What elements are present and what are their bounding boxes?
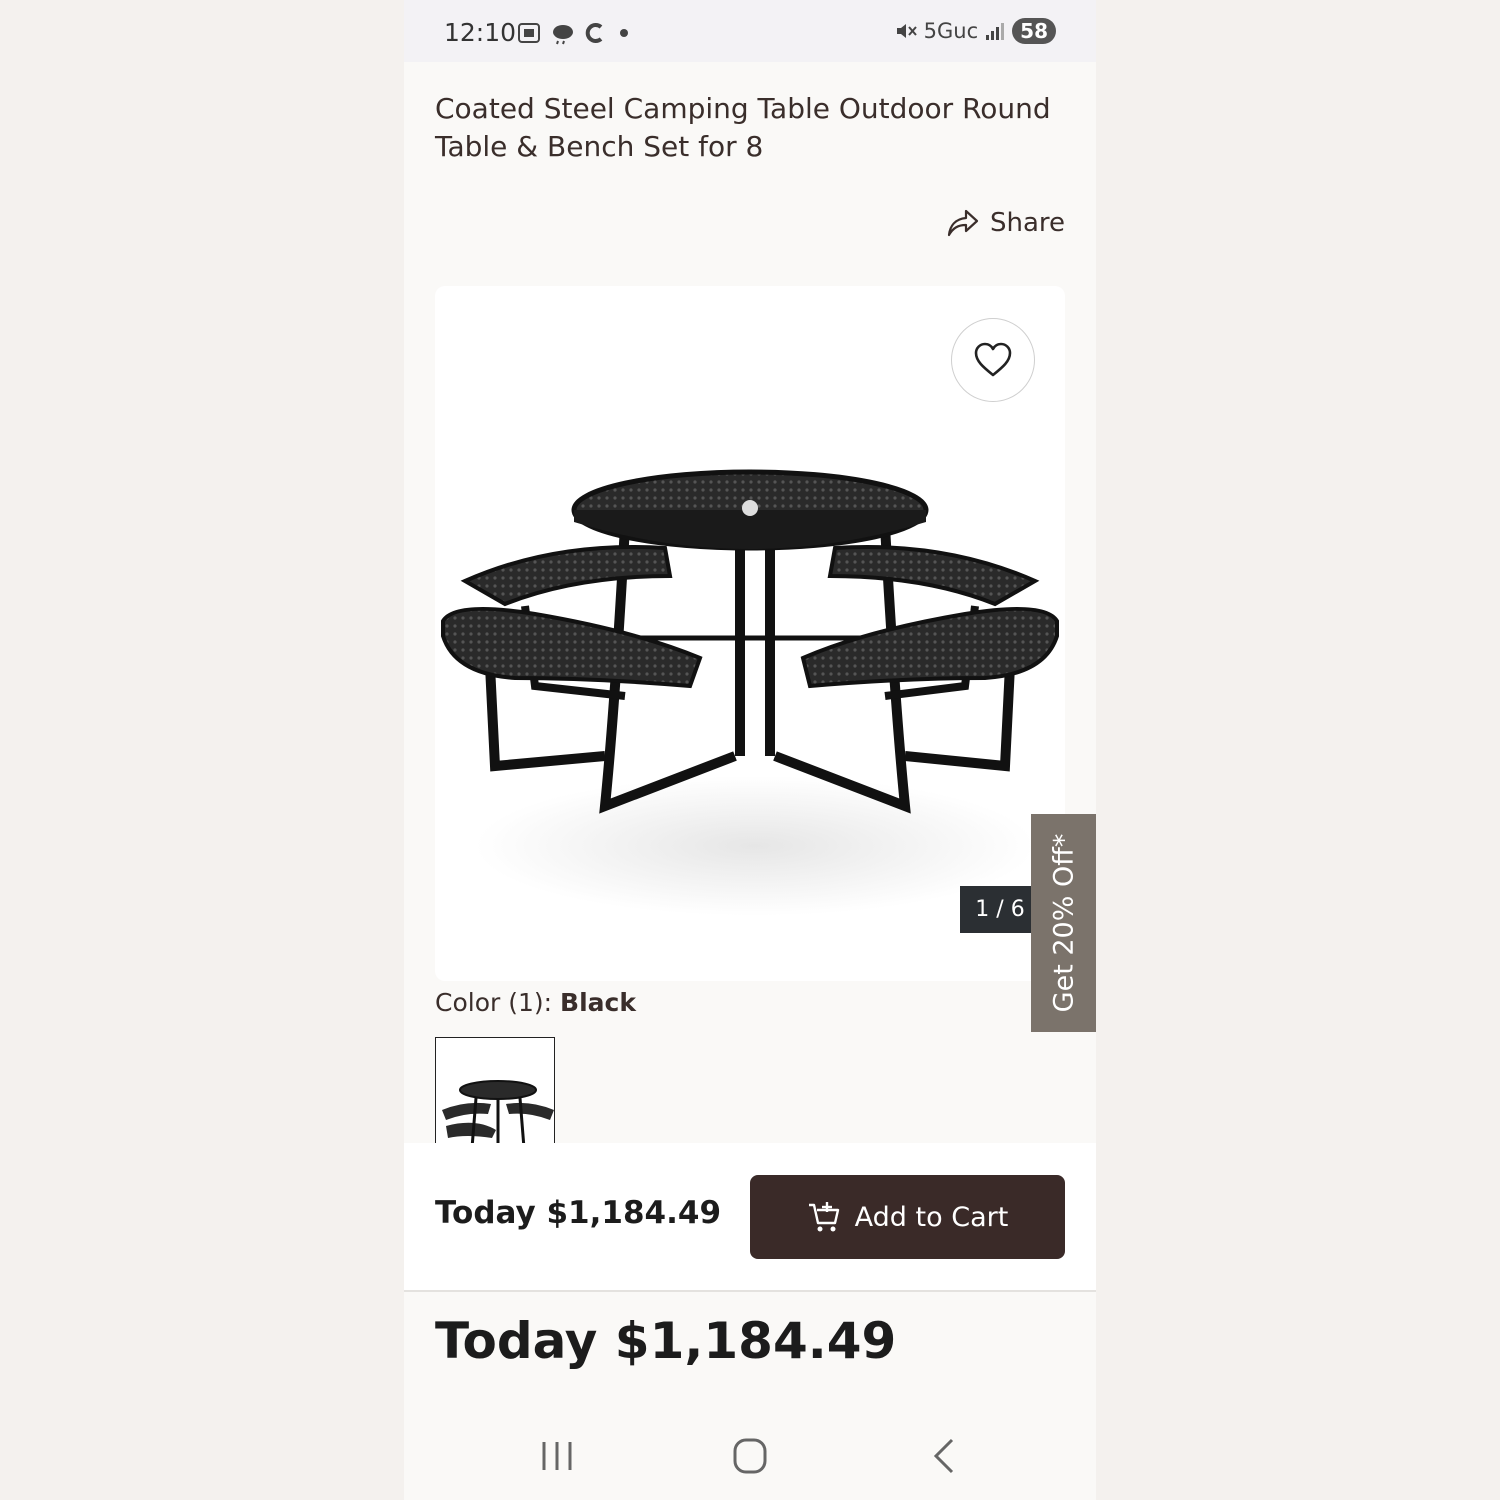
- back-icon: [933, 1438, 954, 1474]
- product-image-gallery[interactable]: 1 / 6: [435, 286, 1065, 981]
- phone-screen: 12:10 5Guc 58 Coated Steel Camping Table…: [404, 0, 1096, 1500]
- c-app-icon: [585, 23, 603, 43]
- promo-label: Get 20% Off*: [1048, 833, 1079, 1013]
- signal-icon: [986, 23, 1005, 40]
- add-to-cart-label: Add to Cart: [854, 1201, 1009, 1233]
- share-arrow-icon: [947, 209, 979, 237]
- promo-tab[interactable]: Get 20% Off*: [1031, 814, 1096, 1032]
- network-type: 5Guc: [923, 19, 979, 43]
- home-icon: [733, 1438, 767, 1474]
- status-icons: [516, 18, 634, 48]
- swatch-thumbnail: [442, 1080, 554, 1149]
- recent-apps-icon: [542, 1442, 572, 1470]
- add-to-cart-button[interactable]: Add to Cart: [750, 1175, 1065, 1259]
- status-time: 12:10: [444, 18, 517, 47]
- status-right: 5Guc 58: [894, 18, 1056, 44]
- screenshot-icon: [518, 23, 540, 43]
- product-price: Today $1,184.49: [435, 1312, 897, 1370]
- system-nav-bar: [404, 1412, 1096, 1500]
- product-title: Coated Steel Camping Table Outdoor Round…: [435, 92, 1051, 163]
- mute-icon: [896, 24, 917, 38]
- share-label: Share: [989, 208, 1065, 238]
- cart-bar-price: Today $1,184.49: [435, 1195, 722, 1231]
- color-swatch-black[interactable]: [435, 1037, 555, 1157]
- home-button[interactable]: [725, 1436, 775, 1476]
- favorite-button[interactable]: [951, 318, 1035, 402]
- sticky-cart-bar: Today $1,184.49 Add to Cart: [404, 1143, 1096, 1292]
- color-label: Color (1): Black: [435, 988, 636, 1017]
- back-button[interactable]: [920, 1436, 970, 1476]
- recent-apps-button[interactable]: [532, 1436, 582, 1476]
- status-bar: 12:10 5Guc 58: [404, 0, 1096, 62]
- heart-icon: [974, 342, 1012, 377]
- color-label-prefix: Color (1):: [435, 988, 553, 1017]
- battery-indicator: 58: [1012, 18, 1056, 44]
- image-counter: 1 / 6: [960, 886, 1040, 933]
- weather-icon: [553, 25, 573, 45]
- color-value: Black: [560, 988, 636, 1017]
- notification-dot-icon: [620, 29, 628, 37]
- share-button[interactable]: Share: [946, 208, 1065, 238]
- cart-add-icon: [808, 1202, 839, 1232]
